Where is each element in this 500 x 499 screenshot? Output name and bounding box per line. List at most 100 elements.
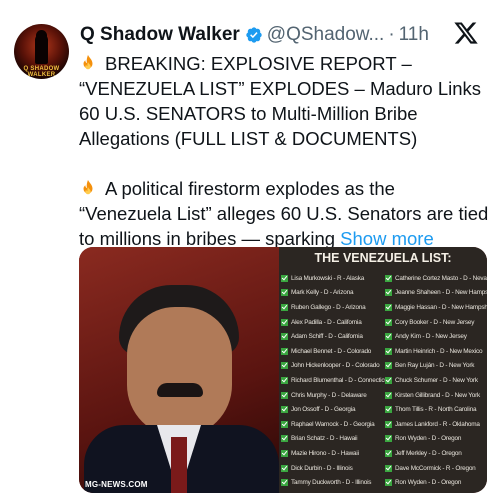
list-item: Ben Ray Luján - D - New York — [385, 359, 487, 374]
list-item-name: Alex Padilla - D - California — [291, 318, 362, 326]
list-item: Dave McCormick - R - Oregon — [385, 461, 487, 476]
photo-tie — [171, 437, 187, 493]
checkbox-check-icon — [281, 479, 288, 487]
list-item-name: Thom Tillis - R - North Carolina — [395, 406, 477, 414]
checkbox-check-icon — [281, 362, 288, 370]
list-item-name: Michael Bennet - D - Colorado — [291, 347, 372, 355]
checkbox-check-icon — [385, 449, 392, 457]
post-time[interactable]: 11h — [399, 24, 429, 46]
list-item: Martin Heinrich - D - New Mexico — [385, 344, 487, 359]
list-column-right: Catherine Cortez Masto - D - Nevada Jeann… — [385, 271, 487, 493]
list-item-name: Jon Ossoff - D - Georgia — [291, 406, 356, 414]
list-item: Jon Ossoff - D - Georgia — [281, 402, 385, 417]
fire-emoji-icon — [83, 179, 93, 195]
list-item: Dick Durbin - D - Illinois — [281, 461, 385, 476]
list-column-left: Lisa Murkowski - R - Alaska Mark Kelly - … — [281, 271, 385, 493]
checkbox-check-icon — [281, 464, 288, 472]
author-name[interactable]: Q Shadow Walker — [80, 24, 240, 46]
maduro-photo: MG-NEWS.COM — [79, 247, 279, 493]
list-item: Maggie Hassan - D - New Hampshire — [385, 300, 487, 315]
list-item: Chris Murphy - D - Delaware — [281, 388, 385, 403]
checkbox-check-icon — [385, 303, 392, 311]
list-item: Ron Wyden - D - Oregon — [385, 432, 487, 447]
checkbox-check-icon — [385, 362, 392, 370]
list-item-name: Kirsten Gillibrand - D - New York — [395, 391, 481, 399]
checkbox-check-icon — [385, 479, 392, 487]
list-item: Tammy Duckworth - D - Illinois — [281, 475, 385, 490]
list-item: Andy Kim - D - New Jersey — [385, 329, 487, 344]
author-handle[interactable]: @QShadow... — [267, 24, 385, 46]
list-item: Mark Kelly - D - Arizona — [281, 286, 385, 301]
checkbox-check-icon — [385, 333, 392, 341]
list-item: Kirsten Gillibrand - D - New York — [385, 388, 487, 403]
checkbox-check-icon — [281, 303, 288, 311]
list-item: Jeff Merkley - D - Oregon — [385, 490, 487, 493]
checkbox-check-icon — [385, 406, 392, 414]
list-item-name: Dave McCormick - R - Oregon — [395, 464, 476, 472]
list-item-name: Jeanne Shaheen - D - New Hampshire — [395, 289, 487, 297]
checkbox-check-icon — [281, 449, 288, 457]
list-item: Adam Schiff - D - California — [281, 329, 385, 344]
x-logo-icon[interactable] — [452, 20, 480, 48]
list-item-name: James Lankford - R - Oklahoma — [395, 420, 480, 428]
checkbox-check-icon — [385, 318, 392, 326]
list-item-name: Ruben Gallego - D - Arizona — [291, 303, 366, 311]
list-item-name: Richard Blumenthal - D - Connecticut — [291, 376, 385, 384]
checkbox-check-icon — [281, 333, 288, 341]
checkbox-check-icon — [281, 391, 288, 399]
list-item: Ruben Gallego - D - Arizona — [281, 300, 385, 315]
x-logo-glyph — [454, 22, 478, 44]
list-item: Mazie Hirono - D - Hawaii — [281, 446, 385, 461]
list-item: Alex Padilla - D - California — [281, 315, 385, 330]
list-item: Lisa Murkowski - R - Alaska — [281, 271, 385, 286]
photo-mustache — [157, 383, 203, 397]
post-header: Q Shadow Walker @QShadow... · 11h — [80, 22, 480, 48]
checkbox-check-icon — [281, 274, 288, 282]
paragraph-1-text: BREAKING: EXPLOSIVE REPORT – “VENEZUELA … — [79, 53, 482, 149]
avatar-figure-body — [35, 34, 48, 64]
list-item-name: Chuck Schumer - D - New York — [395, 376, 478, 384]
photo-face — [127, 307, 232, 437]
checkbox-check-icon — [385, 347, 392, 355]
show-more-link[interactable]: Show more — [340, 228, 434, 249]
list-item: Jeff Merkley - D - Oregon — [385, 446, 487, 461]
list-item-name: Mazie Hirono - D - Hawaii — [291, 449, 359, 457]
list-item: Chuck Schumer - D - New York — [385, 373, 487, 388]
meta-separator: · — [388, 24, 395, 45]
checkbox-check-icon — [385, 274, 392, 282]
list-item-name: Mark Kelly - D - Arizona — [291, 289, 354, 297]
list-item-name: Ron Wyden - D - Oregon — [395, 479, 462, 487]
checkbox-check-icon — [385, 420, 392, 428]
list-item: James Lankford - R - Oklahoma — [385, 417, 487, 432]
list-item: Brian Schatz - D - Hawaii — [281, 432, 385, 447]
list-item-name: Ben Ray Luján - D - New York — [395, 362, 475, 370]
post-body: BREAKING: EXPLOSIVE REPORT – “VENEZUELA … — [79, 51, 489, 251]
checkbox-check-icon — [281, 347, 288, 355]
list-item-name: Raphael Warnock - D - Georgia — [291, 420, 375, 428]
list-item-name: Martin Heinrich - D - New Mexico — [395, 347, 483, 355]
venezuela-list-panel: THE VENEZUELA LIST: Lisa Murkowski - R -… — [279, 247, 487, 493]
checkbox-check-icon — [281, 406, 288, 414]
checkbox-check-icon — [281, 435, 288, 443]
list-item: John Hickenlooper - D - Colorado — [281, 359, 385, 374]
list-item-name: Maggie Hassan - D - New Hampshire — [395, 303, 487, 311]
post-media-image[interactable]: MG-NEWS.COM THE VENEZUELA LIST: Lisa Mur… — [79, 247, 487, 493]
fire-emoji-icon — [83, 54, 93, 70]
list-item-name: Chris Murphy - D - Delaware — [291, 391, 367, 399]
checkbox-check-icon — [281, 376, 288, 384]
list-item: Chuck Grassley - R - Iowa — [281, 490, 385, 493]
checkbox-check-icon — [385, 289, 392, 297]
list-item: Richard Blumenthal - D - Connecticut — [281, 373, 385, 388]
list-item-name: Andy Kim - D - New Jersey — [395, 333, 467, 341]
post-paragraph-1: BREAKING: EXPLOSIVE REPORT – “VENEZUELA … — [79, 51, 489, 151]
list-item-name: Tammy Duckworth - D - Illinois — [291, 479, 372, 487]
post-paragraph-2: A political firestorm explodes as the “V… — [79, 176, 489, 251]
author-avatar[interactable]: Q SHADOW WALKER — [14, 24, 69, 79]
list-item-name: Brian Schatz - D - Hawaii — [291, 435, 358, 443]
checkbox-check-icon — [385, 376, 392, 384]
list-item-name: Dick Durbin - D - Illinois — [291, 464, 353, 472]
avatar-text: Q SHADOW WALKER — [23, 66, 60, 78]
list-item: Catherine Cortez Masto - D - Nevada — [385, 271, 487, 286]
image-watermark: MG-NEWS.COM — [85, 480, 148, 489]
list-item-name: Adam Schiff - D - California — [291, 333, 363, 341]
